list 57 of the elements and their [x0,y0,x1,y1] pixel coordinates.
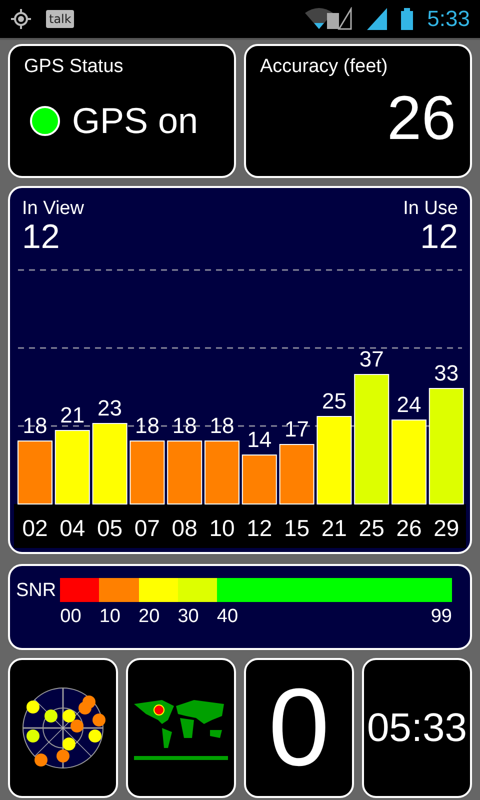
value-label: 25 [322,388,346,414]
snr-label: SNR [16,580,56,603]
card-title: GPS Status [24,56,124,78]
value-label: 17 [284,416,310,442]
category-label: 02 [22,515,48,541]
status-time: 5:33 [427,6,470,32]
value-label: 33 [434,360,459,386]
category-label: 05 [97,515,123,541]
category-label: 26 [396,515,422,541]
value-label: 18 [210,413,234,438]
bar [279,444,314,504]
card-title: Accuracy (feet) [260,56,389,78]
value-label: 18 [172,413,197,438]
value-label: 37 [359,346,384,372]
value-label: 18 [22,413,48,438]
bar [204,440,240,504]
scale-label: 40 [216,606,238,628]
location-icon [10,8,32,30]
bar [130,440,165,504]
category-label: 10 [209,515,235,541]
scale-label: 99 [430,606,452,628]
satellite-count-tile[interactable]: 0 [244,658,354,798]
satellite-count: 0 [268,673,330,783]
gps-status-text: GPS on [72,100,198,142]
category-label: 04 [60,515,86,541]
category-label: 07 [134,515,160,541]
scale-label: 20 [138,606,160,628]
category-label: 21 [321,515,347,541]
bar [167,440,202,504]
value-label: 24 [396,392,422,417]
signal-icon [367,8,388,30]
scale-label: 10 [99,606,120,628]
bar [242,454,277,504]
category-label: 15 [284,515,310,541]
value-label: 23 [98,396,122,420]
category-label: 25 [358,515,384,541]
category-label: 08 [172,515,198,541]
world-map-tile[interactable] [126,658,236,798]
wifi-icon [305,7,354,31]
scale-label: 00 [60,606,82,628]
bar [18,440,52,504]
in-view-label: In View [22,198,84,220]
category-label: 12 [246,515,272,541]
sky-plot-tile[interactable] [8,658,118,798]
notification-icon: talk [46,10,74,28]
value-label: 21 [60,402,85,428]
in-view-count: 12 [22,220,61,256]
clock-time: 05:33 [366,706,468,750]
battery-icon [401,8,414,30]
value-label: 14 [247,427,272,452]
accuracy-value: 26 [387,88,456,150]
in-use-count: 12 [420,220,458,256]
in-use-label: In Use [403,198,458,220]
value-label: 18 [134,413,160,438]
clock-tile[interactable]: 05:33 [362,658,472,798]
scale-label: 30 [178,606,199,628]
category-label: 29 [434,515,460,541]
